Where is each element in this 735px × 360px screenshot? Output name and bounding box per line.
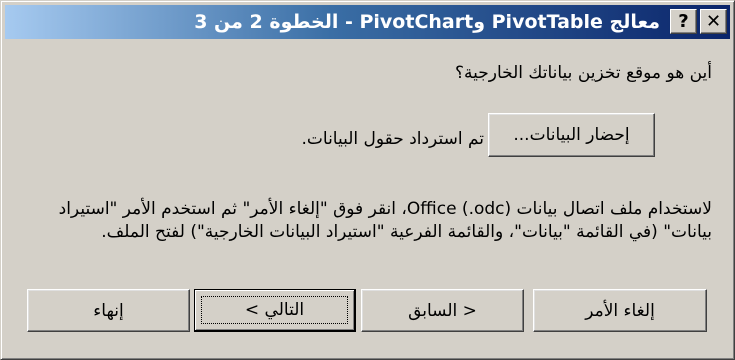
next-button[interactable]: التالي > — [194, 289, 356, 332]
cancel-button[interactable]: إلغاء الأمر — [533, 289, 707, 332]
close-icon[interactable]: ✕ — [700, 9, 727, 34]
get-data-button[interactable]: إحضار البيانات... — [488, 113, 655, 157]
location-question: أين هو موقع تخزين بياناتك الخارجية؟ — [454, 63, 712, 83]
next-label: التالي > — [244, 300, 305, 320]
cancel-label: إلغاء الأمر — [585, 300, 655, 321]
finish-button[interactable]: إنهاء — [27, 289, 190, 332]
back-label: < السابق — [408, 300, 477, 321]
finish-label: إنهاء — [93, 300, 124, 321]
window-title: معالج PivotTable وPivotChart - الخطوة 2 … — [194, 11, 660, 33]
get-data-label: إحضار البيانات... — [513, 125, 630, 145]
help-icon[interactable]: ? — [670, 9, 697, 34]
title-bar: معالج PivotTable وPivotChart - الخطوة 2 … — [5, 5, 730, 39]
fields-retrieved-status: تم استرداد حقول البيانات. — [301, 129, 484, 149]
back-button[interactable]: < السابق — [361, 289, 524, 332]
odc-instructions: لاستخدام ملف اتصال بيانات Office ‎(.odc)… — [58, 199, 712, 242]
pivot-wizard-dialog: معالج PivotTable وPivotChart - الخطوة 2 … — [0, 0, 735, 360]
